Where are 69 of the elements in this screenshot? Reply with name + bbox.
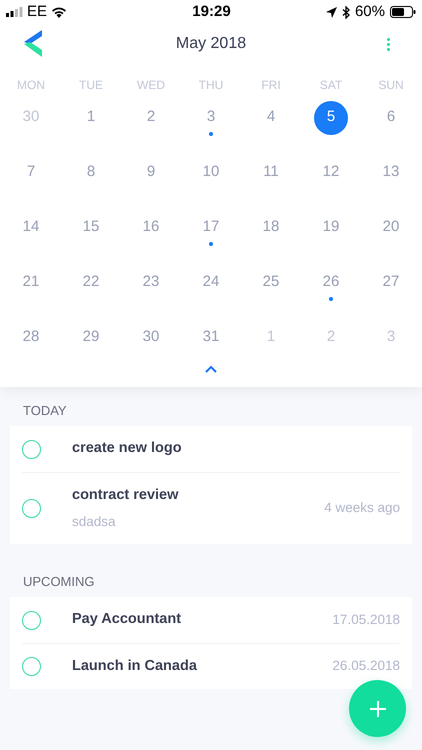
calendar-day[interactable]: 2 xyxy=(314,320,348,354)
calendar-day[interactable]: 20 xyxy=(374,210,408,244)
weekday-label: WED xyxy=(137,77,165,94)
task-date: 26.05.2018 xyxy=(332,657,400,676)
weekday-label: MON xyxy=(17,77,45,94)
calendar-day[interactable]: 2 xyxy=(134,100,168,134)
calendar-day[interactable]: 1 xyxy=(74,100,108,134)
calendar-day[interactable]: 18 xyxy=(254,210,288,244)
weekday-label: TUE xyxy=(79,77,103,94)
weekday-label: FRI xyxy=(261,77,281,94)
calendar-day[interactable]: 21 xyxy=(14,266,48,300)
calendar-day[interactable]: 30 xyxy=(134,320,168,354)
wifi-icon xyxy=(51,6,68,18)
calendar-day[interactable]: 27 xyxy=(374,266,408,300)
calendar-day[interactable]: 14 xyxy=(14,210,48,244)
calendar-day[interactable]: 11 xyxy=(254,156,288,190)
calendar-day[interactable]: 15 xyxy=(74,210,108,244)
calendar-day[interactable]: 31 xyxy=(194,320,228,354)
location-arrow-icon xyxy=(326,6,337,18)
task-date: 17.05.2018 xyxy=(332,610,400,629)
task-title[interactable]: Launch in Canada xyxy=(72,656,332,678)
task-checkbox[interactable] xyxy=(22,499,41,518)
plus-icon xyxy=(370,700,386,716)
battery-icon xyxy=(390,6,416,18)
calendar-day[interactable]: 17 xyxy=(194,210,228,244)
calendar-day[interactable]: 10 xyxy=(194,156,228,190)
calendar-day[interactable]: 28 xyxy=(14,320,48,354)
weekday-label: THU xyxy=(198,77,224,94)
calendar-day[interactable]: 3 xyxy=(374,320,408,354)
calendar-day[interactable]: 26 xyxy=(314,266,348,300)
calendar-day[interactable]: 24 xyxy=(194,266,228,300)
collapse-chevron-icon[interactable] xyxy=(205,365,217,373)
section-heading: UPCOMING xyxy=(23,574,94,589)
calendar-day[interactable]: 9 xyxy=(134,156,168,190)
task-title[interactable]: Pay Accountant xyxy=(72,609,332,631)
calendar-day[interactable]: 3 xyxy=(194,100,228,134)
weekday-label: SUN xyxy=(378,77,404,94)
app-logo xyxy=(22,30,44,58)
calendar-day[interactable]: 4 xyxy=(254,100,288,134)
carrier-name: EE xyxy=(27,2,48,22)
task-title[interactable]: contract review xyxy=(72,484,324,506)
calendar-day[interactable]: 5 xyxy=(314,100,348,134)
calendar-day[interactable]: 25 xyxy=(254,266,288,300)
task-checkbox[interactable] xyxy=(22,610,41,630)
status-time: 19:29 xyxy=(191,2,231,22)
calendar-day[interactable]: 16 xyxy=(134,210,168,244)
section-heading: TODAY xyxy=(23,403,67,418)
calendar-day[interactable]: 29 xyxy=(74,320,108,354)
task-title[interactable]: create new logo xyxy=(72,438,400,460)
task-note: sdadsa xyxy=(72,513,117,532)
calendar-day[interactable]: 8 xyxy=(74,156,108,190)
month-title[interactable]: May 2018 xyxy=(176,32,246,56)
battery-percent: 60% xyxy=(354,2,385,22)
weekday-label: SAT xyxy=(320,77,342,94)
bluetooth-icon xyxy=(342,6,350,18)
calendar-day[interactable]: 19 xyxy=(314,210,348,244)
calendar-day[interactable]: 7 xyxy=(14,156,48,190)
task-checkbox[interactable] xyxy=(22,657,41,676)
calendar-day[interactable]: 13 xyxy=(374,156,408,190)
calendar-day[interactable]: 1 xyxy=(254,320,288,354)
calendar-day[interactable]: 23 xyxy=(134,266,168,300)
calendar-day[interactable]: 12 xyxy=(314,156,348,190)
calendar-day[interactable]: 6 xyxy=(374,100,408,134)
signal-icon xyxy=(6,7,23,17)
task-checkbox[interactable] xyxy=(22,440,41,458)
add-task-button[interactable] xyxy=(349,680,406,737)
calendar-day[interactable]: 30 xyxy=(14,100,48,134)
calendar-day[interactable]: 22 xyxy=(74,266,108,300)
task-date: 4 weeks ago xyxy=(324,499,400,518)
